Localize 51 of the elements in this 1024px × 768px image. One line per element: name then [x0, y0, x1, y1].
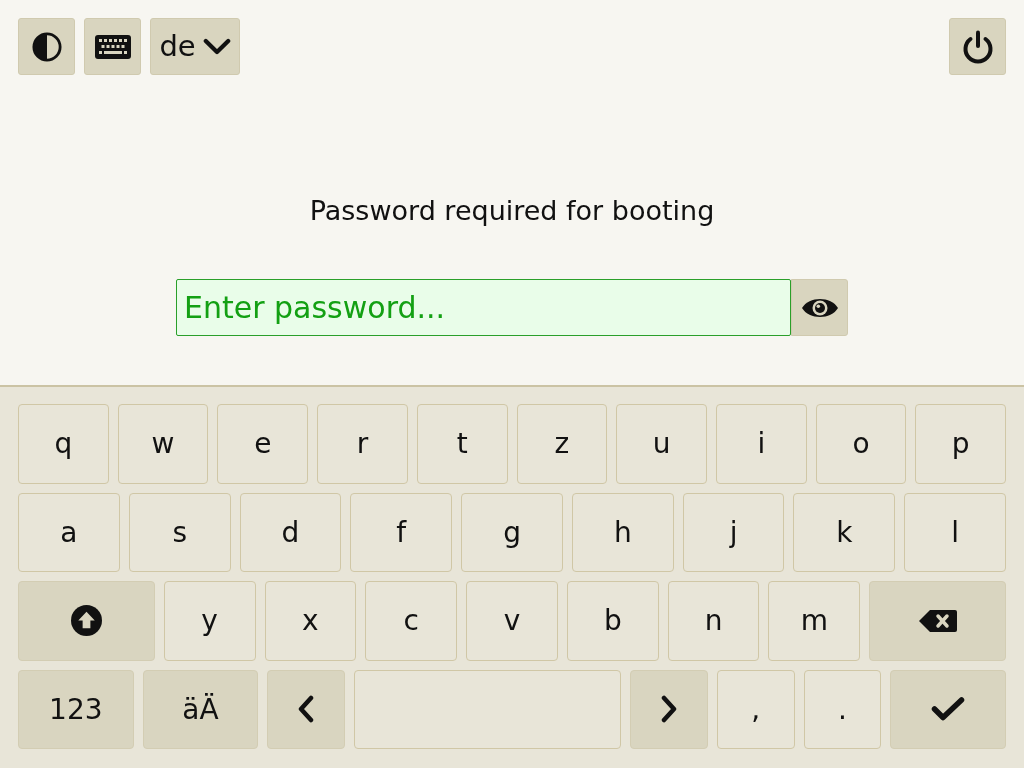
- character-key[interactable]: o: [815, 404, 907, 484]
- character-key[interactable]: i: [715, 404, 807, 484]
- character-key[interactable]: d: [239, 492, 342, 572]
- cursor-right-key[interactable]: [630, 669, 708, 749]
- shift-key[interactable]: [18, 581, 155, 661]
- character-key[interactable]: e: [217, 404, 309, 484]
- backspace-icon: [917, 608, 958, 633]
- character-key[interactable]: w: [117, 404, 209, 484]
- character-key[interactable]: u: [616, 404, 707, 484]
- prompt-title: Password required for booting: [309, 194, 715, 228]
- character-key[interactable]: q: [18, 404, 109, 484]
- power-icon: [961, 29, 994, 64]
- password-field[interactable]: Enter password...: [176, 279, 791, 336]
- keyboard-icon: [94, 34, 131, 59]
- character-key[interactable]: t: [416, 404, 508, 484]
- character-key[interactable]: ,: [716, 669, 795, 749]
- power-button[interactable]: [949, 18, 1006, 75]
- character-key[interactable]: a: [18, 492, 120, 572]
- character-key[interactable]: .: [803, 669, 882, 749]
- accents-key[interactable]: äÄ: [142, 669, 259, 749]
- character-key[interactable]: k: [793, 492, 896, 572]
- character-key[interactable]: v: [466, 581, 558, 661]
- character-key[interactable]: z: [516, 404, 608, 484]
- contrast-icon: [31, 31, 62, 62]
- keyboard-button[interactable]: [84, 18, 141, 75]
- checkmark-icon: [931, 696, 966, 723]
- character-key[interactable]: l: [904, 492, 1007, 572]
- cursor-left-key[interactable]: [267, 669, 345, 749]
- character-key[interactable]: f: [350, 492, 453, 572]
- chevron-down-icon: [202, 38, 231, 55]
- backspace-key[interactable]: [869, 581, 1006, 661]
- character-key[interactable]: c: [365, 581, 458, 661]
- arrow-up-circle-icon: [70, 605, 102, 637]
- character-key[interactable]: p: [915, 404, 1007, 484]
- character-key[interactable]: y: [163, 581, 256, 661]
- show-password-button[interactable]: [791, 279, 848, 336]
- contrast-button[interactable]: [18, 18, 75, 75]
- character-key[interactable]: n: [667, 581, 760, 661]
- character-key[interactable]: j: [682, 492, 785, 572]
- chevron-left-icon: [298, 695, 315, 724]
- chevron-right-icon: [661, 695, 677, 724]
- symbols-key[interactable]: 123: [18, 669, 134, 749]
- enter-key[interactable]: [890, 669, 1006, 749]
- character-key[interactable]: r: [317, 404, 408, 484]
- language-dropdown[interactable]: de: [150, 18, 240, 75]
- character-key[interactable]: h: [571, 492, 674, 572]
- character-key[interactable]: x: [264, 581, 357, 661]
- character-key[interactable]: b: [566, 581, 659, 661]
- character-key[interactable]: g: [461, 492, 563, 572]
- character-key[interactable]: s: [128, 492, 231, 572]
- character-key[interactable]: m: [768, 581, 861, 661]
